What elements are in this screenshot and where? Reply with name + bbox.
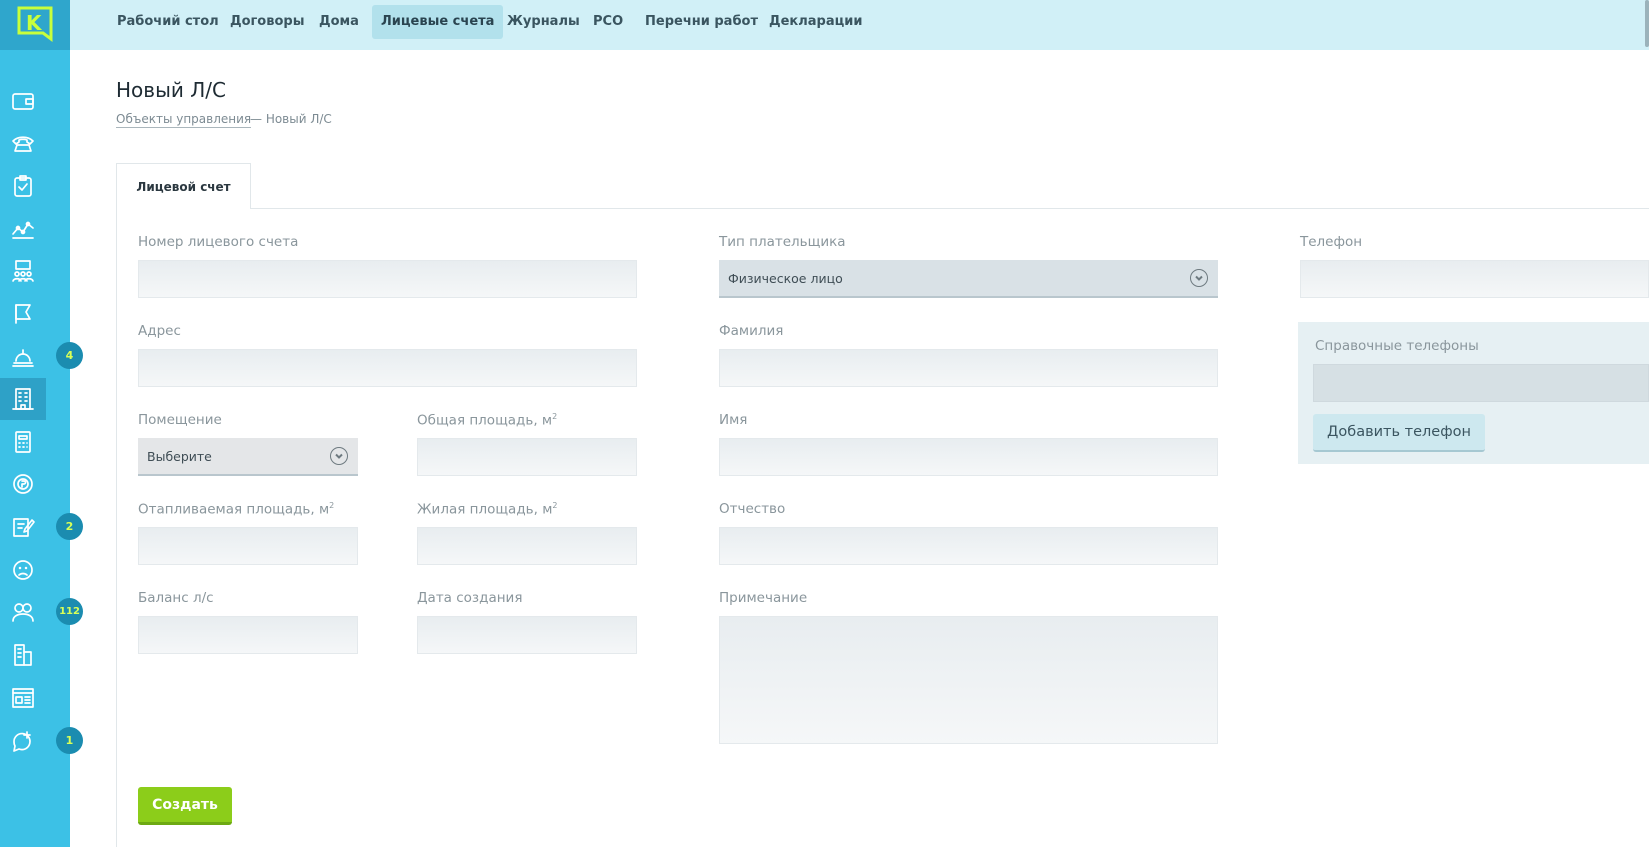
account-number-input[interactable] xyxy=(138,260,637,298)
tab-divider xyxy=(116,208,1649,209)
sidebar-item-tasks[interactable] xyxy=(0,165,46,207)
patronymic-input[interactable] xyxy=(719,527,1218,565)
breadcrumb-link[interactable]: Объекты управления xyxy=(116,112,252,128)
concierge-bell-icon xyxy=(12,349,34,367)
address-input[interactable] xyxy=(138,349,637,387)
sidebar-item-buildings[interactable] xyxy=(0,378,46,420)
phone-icon xyxy=(12,136,34,152)
coin-icon xyxy=(13,474,33,494)
first-name-label: Имя xyxy=(719,412,748,428)
sidebar-item-portal[interactable] xyxy=(0,677,46,719)
top-nav: Рабочий стол Договоры Дома Лицевые счета… xyxy=(70,0,1649,50)
sidebar-badge-documents: 2 xyxy=(56,513,83,540)
sidebar-item-calculator[interactable] xyxy=(0,421,46,463)
chevron-down-icon xyxy=(1190,269,1208,287)
last-name-input[interactable] xyxy=(719,349,1218,387)
tab-account[interactable]: Лицевой счет xyxy=(116,163,251,209)
logo-icon: K xyxy=(17,6,53,42)
add-phone-button[interactable]: Добавить телефон xyxy=(1313,414,1485,452)
sidebar-item-chat[interactable] xyxy=(0,720,46,762)
nav-item-work-lists[interactable]: Перечни работ xyxy=(636,5,767,39)
buildings-icon xyxy=(14,644,32,666)
sidebar-item-objects[interactable] xyxy=(0,634,46,676)
sidebar-item-residents[interactable] xyxy=(0,591,46,633)
payer-type-select-value: Физическое лицо xyxy=(728,270,843,286)
calculator-icon xyxy=(15,431,31,453)
balance-input[interactable] xyxy=(138,616,358,654)
sidebar-item-complaints[interactable] xyxy=(0,549,46,591)
nav-item-declarations[interactable]: Декларации xyxy=(760,5,871,39)
flag-icon xyxy=(15,304,31,324)
breadcrumb-current: — Новый Л/С xyxy=(250,112,332,126)
living-area-input[interactable] xyxy=(417,527,637,565)
sidebar-item-payments[interactable] xyxy=(0,463,46,505)
panel-border xyxy=(116,208,117,847)
people-board-icon xyxy=(12,260,34,282)
created-date-label: Дата создания xyxy=(417,590,523,606)
first-name-input[interactable] xyxy=(719,438,1218,476)
sidebar-item-phone[interactable] xyxy=(0,122,46,164)
balance-label: Баланс л/с xyxy=(138,590,214,606)
logo[interactable]: K xyxy=(0,0,70,50)
phone-label: Телефон xyxy=(1300,234,1363,250)
building-icon xyxy=(12,388,34,410)
nav-item-desktop[interactable]: Рабочий стол xyxy=(108,5,228,39)
nav-item-rso[interactable]: РСО xyxy=(584,5,632,39)
sidebar-item-meetings[interactable] xyxy=(0,250,46,292)
nav-item-accounts[interactable]: Лицевые счета xyxy=(372,5,504,39)
sidebar-item-service[interactable] xyxy=(0,336,46,378)
account-number-label: Номер лицевого счета xyxy=(138,234,299,250)
page-title: Новый Л/С xyxy=(116,78,226,102)
premises-select[interactable]: Выберите xyxy=(138,438,358,476)
sidebar: K 4 2 112 1 xyxy=(0,0,83,847)
sidebar-item-wallet[interactable] xyxy=(0,80,46,122)
note-textarea[interactable] xyxy=(719,616,1218,744)
sidebar-badge-service: 4 xyxy=(56,342,83,369)
chart-line-icon xyxy=(12,221,34,239)
svg-text:K: K xyxy=(26,11,43,35)
total-area-input[interactable] xyxy=(417,438,637,476)
last-name-label: Фамилия xyxy=(719,323,784,339)
sad-face-icon xyxy=(13,560,33,580)
edit-document-icon xyxy=(13,518,35,537)
payer-type-label: Тип плательщика xyxy=(719,234,846,250)
payer-type-select[interactable]: Физическое лицо xyxy=(719,260,1218,298)
living-area-label: Жилая площадь, м2 xyxy=(417,501,558,518)
clipboard-check-icon xyxy=(14,175,32,197)
phone-input[interactable] xyxy=(1300,260,1649,298)
sidebar-badge-chat: 1 xyxy=(56,727,83,754)
created-date-input[interactable] xyxy=(417,616,637,654)
nav-item-houses[interactable]: Дома xyxy=(310,5,368,39)
address-label: Адрес xyxy=(138,323,181,339)
nav-item-journals[interactable]: Журналы xyxy=(498,5,589,39)
note-label: Примечание xyxy=(719,590,808,606)
scroll-edge xyxy=(1645,0,1649,47)
total-area-label: Общая площадь, м2 xyxy=(417,412,558,429)
browser-window-icon xyxy=(12,688,34,708)
nav-item-contracts[interactable]: Договоры xyxy=(221,5,313,39)
sidebar-badge-residents: 112 xyxy=(56,598,83,625)
users-group-icon xyxy=(12,603,34,622)
reference-phone-input[interactable] xyxy=(1313,364,1649,402)
sidebar-item-analytics[interactable] xyxy=(0,208,46,250)
reference-phones-label: Справочные телефоны xyxy=(1315,338,1479,354)
chat-add-icon xyxy=(13,731,31,752)
sidebar-item-documents[interactable] xyxy=(0,506,46,548)
create-button[interactable]: Создать xyxy=(138,787,232,825)
chevron-down-icon xyxy=(330,447,348,465)
patronymic-label: Отчество xyxy=(719,501,786,517)
wallet-icon xyxy=(12,93,34,110)
premises-label: Помещение xyxy=(138,412,222,428)
sidebar-item-flag[interactable] xyxy=(0,293,46,335)
premises-select-value: Выберите xyxy=(147,448,212,464)
heated-area-input[interactable] xyxy=(138,527,358,565)
heated-area-label: Отапливаемая площадь, м2 xyxy=(138,501,335,518)
